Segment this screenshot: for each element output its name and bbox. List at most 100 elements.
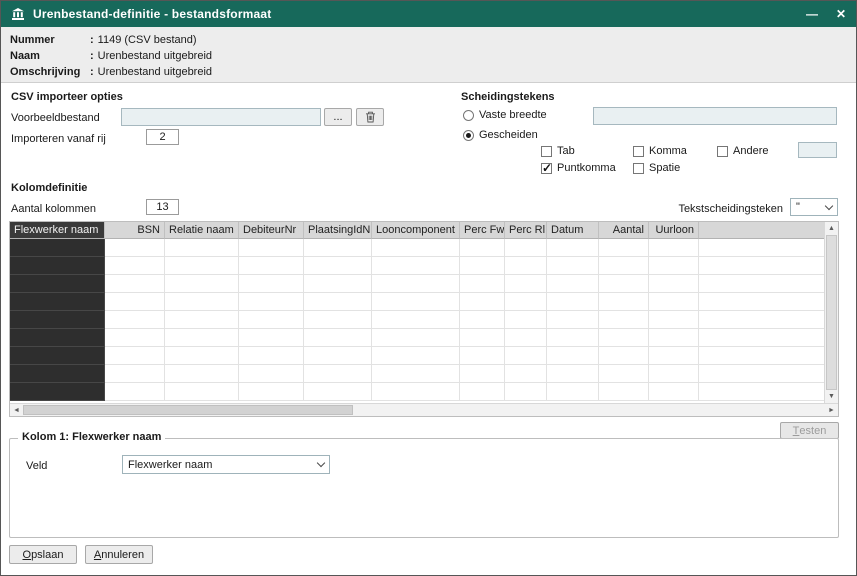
table-cell[interactable] [165, 365, 239, 383]
table-cell[interactable] [460, 239, 505, 257]
table-cell[interactable] [239, 383, 304, 401]
table-cell[interactable] [699, 383, 824, 401]
table-cell[interactable] [547, 257, 599, 275]
field-dropdown[interactable]: Flexwerker naam [122, 455, 330, 474]
other-checkbox[interactable]: Andere [717, 145, 768, 157]
row-selected-cell[interactable] [10, 383, 105, 401]
delimited-radio[interactable]: Gescheiden [463, 129, 538, 141]
table-cell[interactable] [599, 383, 649, 401]
table-cell[interactable] [505, 347, 547, 365]
table-cell[interactable] [239, 347, 304, 365]
tab-checkbox[interactable]: Tab [541, 145, 575, 157]
table-cell[interactable] [699, 275, 824, 293]
column-header[interactable]: BSN [105, 222, 165, 239]
table-cell[interactable] [165, 239, 239, 257]
table-cell[interactable] [105, 293, 165, 311]
table-cell[interactable] [505, 365, 547, 383]
table-cell[interactable] [699, 347, 824, 365]
table-cell[interactable] [304, 275, 372, 293]
table-cell[interactable] [699, 311, 824, 329]
table-cell[interactable] [105, 329, 165, 347]
table-cell[interactable] [105, 239, 165, 257]
table-cell[interactable] [239, 239, 304, 257]
column-count-input[interactable] [146, 199, 179, 215]
table-cell[interactable] [105, 275, 165, 293]
table-cell[interactable] [165, 383, 239, 401]
table-cell[interactable] [649, 329, 699, 347]
table-cell[interactable] [699, 239, 824, 257]
table-cell[interactable] [649, 275, 699, 293]
table-cell[interactable] [505, 257, 547, 275]
table-cell[interactable] [105, 365, 165, 383]
table-cell[interactable] [460, 329, 505, 347]
column-header[interactable]: Relatie naam [165, 222, 239, 239]
column-header[interactable]: Datum [547, 222, 599, 239]
column-header[interactable] [699, 222, 824, 239]
table-cell[interactable] [372, 257, 460, 275]
table-cell[interactable] [649, 257, 699, 275]
table-cell[interactable] [165, 311, 239, 329]
column-header[interactable]: Uurloon [649, 222, 699, 239]
row-selected-cell[interactable] [10, 329, 105, 347]
table-cell[interactable] [599, 293, 649, 311]
table-cell[interactable] [649, 293, 699, 311]
table-cell[interactable] [599, 347, 649, 365]
horizontal-scroll-thumb[interactable] [23, 405, 353, 415]
table-cell[interactable] [372, 239, 460, 257]
close-icon[interactable]: ✕ [836, 8, 846, 20]
table-cell[interactable] [372, 347, 460, 365]
table-cell[interactable] [165, 257, 239, 275]
table-cell[interactable] [505, 239, 547, 257]
table-cell[interactable] [460, 365, 505, 383]
row-selected-cell[interactable] [10, 257, 105, 275]
vertical-scrollbar[interactable]: ▲ ▼ [824, 222, 838, 403]
minimize-icon[interactable]: — [806, 8, 818, 20]
table-cell[interactable] [239, 257, 304, 275]
table-cell[interactable] [460, 347, 505, 365]
table-cell[interactable] [165, 275, 239, 293]
scroll-up-icon[interactable]: ▲ [825, 222, 838, 235]
table-cell[interactable] [165, 347, 239, 365]
column-header-selected[interactable]: Flexwerker naam [10, 222, 105, 239]
table-cell[interactable] [699, 257, 824, 275]
table-cell[interactable] [699, 329, 824, 347]
table-cell[interactable] [649, 347, 699, 365]
table-cell[interactable] [304, 239, 372, 257]
row-selected-cell[interactable] [10, 365, 105, 383]
table-cell[interactable] [547, 275, 599, 293]
table-cell[interactable] [547, 293, 599, 311]
test-button[interactable]: Testen [780, 422, 839, 439]
table-cell[interactable] [304, 365, 372, 383]
table-cell[interactable] [547, 365, 599, 383]
row-selected-cell[interactable] [10, 239, 105, 257]
table-cell[interactable] [460, 275, 505, 293]
table-cell[interactable] [105, 347, 165, 365]
table-cell[interactable] [547, 329, 599, 347]
semicolon-checkbox[interactable]: Puntkomma [541, 161, 616, 175]
table-cell[interactable] [505, 275, 547, 293]
table-cell[interactable] [547, 239, 599, 257]
other-delimiter-input[interactable] [798, 142, 837, 158]
delete-file-button[interactable] [356, 108, 384, 126]
scroll-left-icon[interactable]: ◄ [10, 404, 23, 416]
table-cell[interactable] [547, 347, 599, 365]
fixed-width-radio[interactable]: Vaste breedte [463, 109, 547, 121]
column-header[interactable]: Aantal [599, 222, 649, 239]
import-from-row-input[interactable] [146, 129, 179, 145]
table-cell[interactable] [599, 275, 649, 293]
table-cell[interactable] [105, 311, 165, 329]
table-cell[interactable] [699, 293, 824, 311]
table-cell[interactable] [239, 329, 304, 347]
table-cell[interactable] [165, 329, 239, 347]
space-checkbox[interactable]: Spatie [633, 162, 680, 174]
table-cell[interactable] [372, 383, 460, 401]
table-cell[interactable] [599, 239, 649, 257]
table-cell[interactable] [304, 347, 372, 365]
table-cell[interactable] [460, 257, 505, 275]
table-cell[interactable] [239, 275, 304, 293]
table-cell[interactable] [165, 293, 239, 311]
table-cell[interactable] [547, 311, 599, 329]
comma-checkbox[interactable]: Komma [633, 145, 687, 157]
table-cell[interactable] [105, 383, 165, 401]
table-cell[interactable] [599, 329, 649, 347]
